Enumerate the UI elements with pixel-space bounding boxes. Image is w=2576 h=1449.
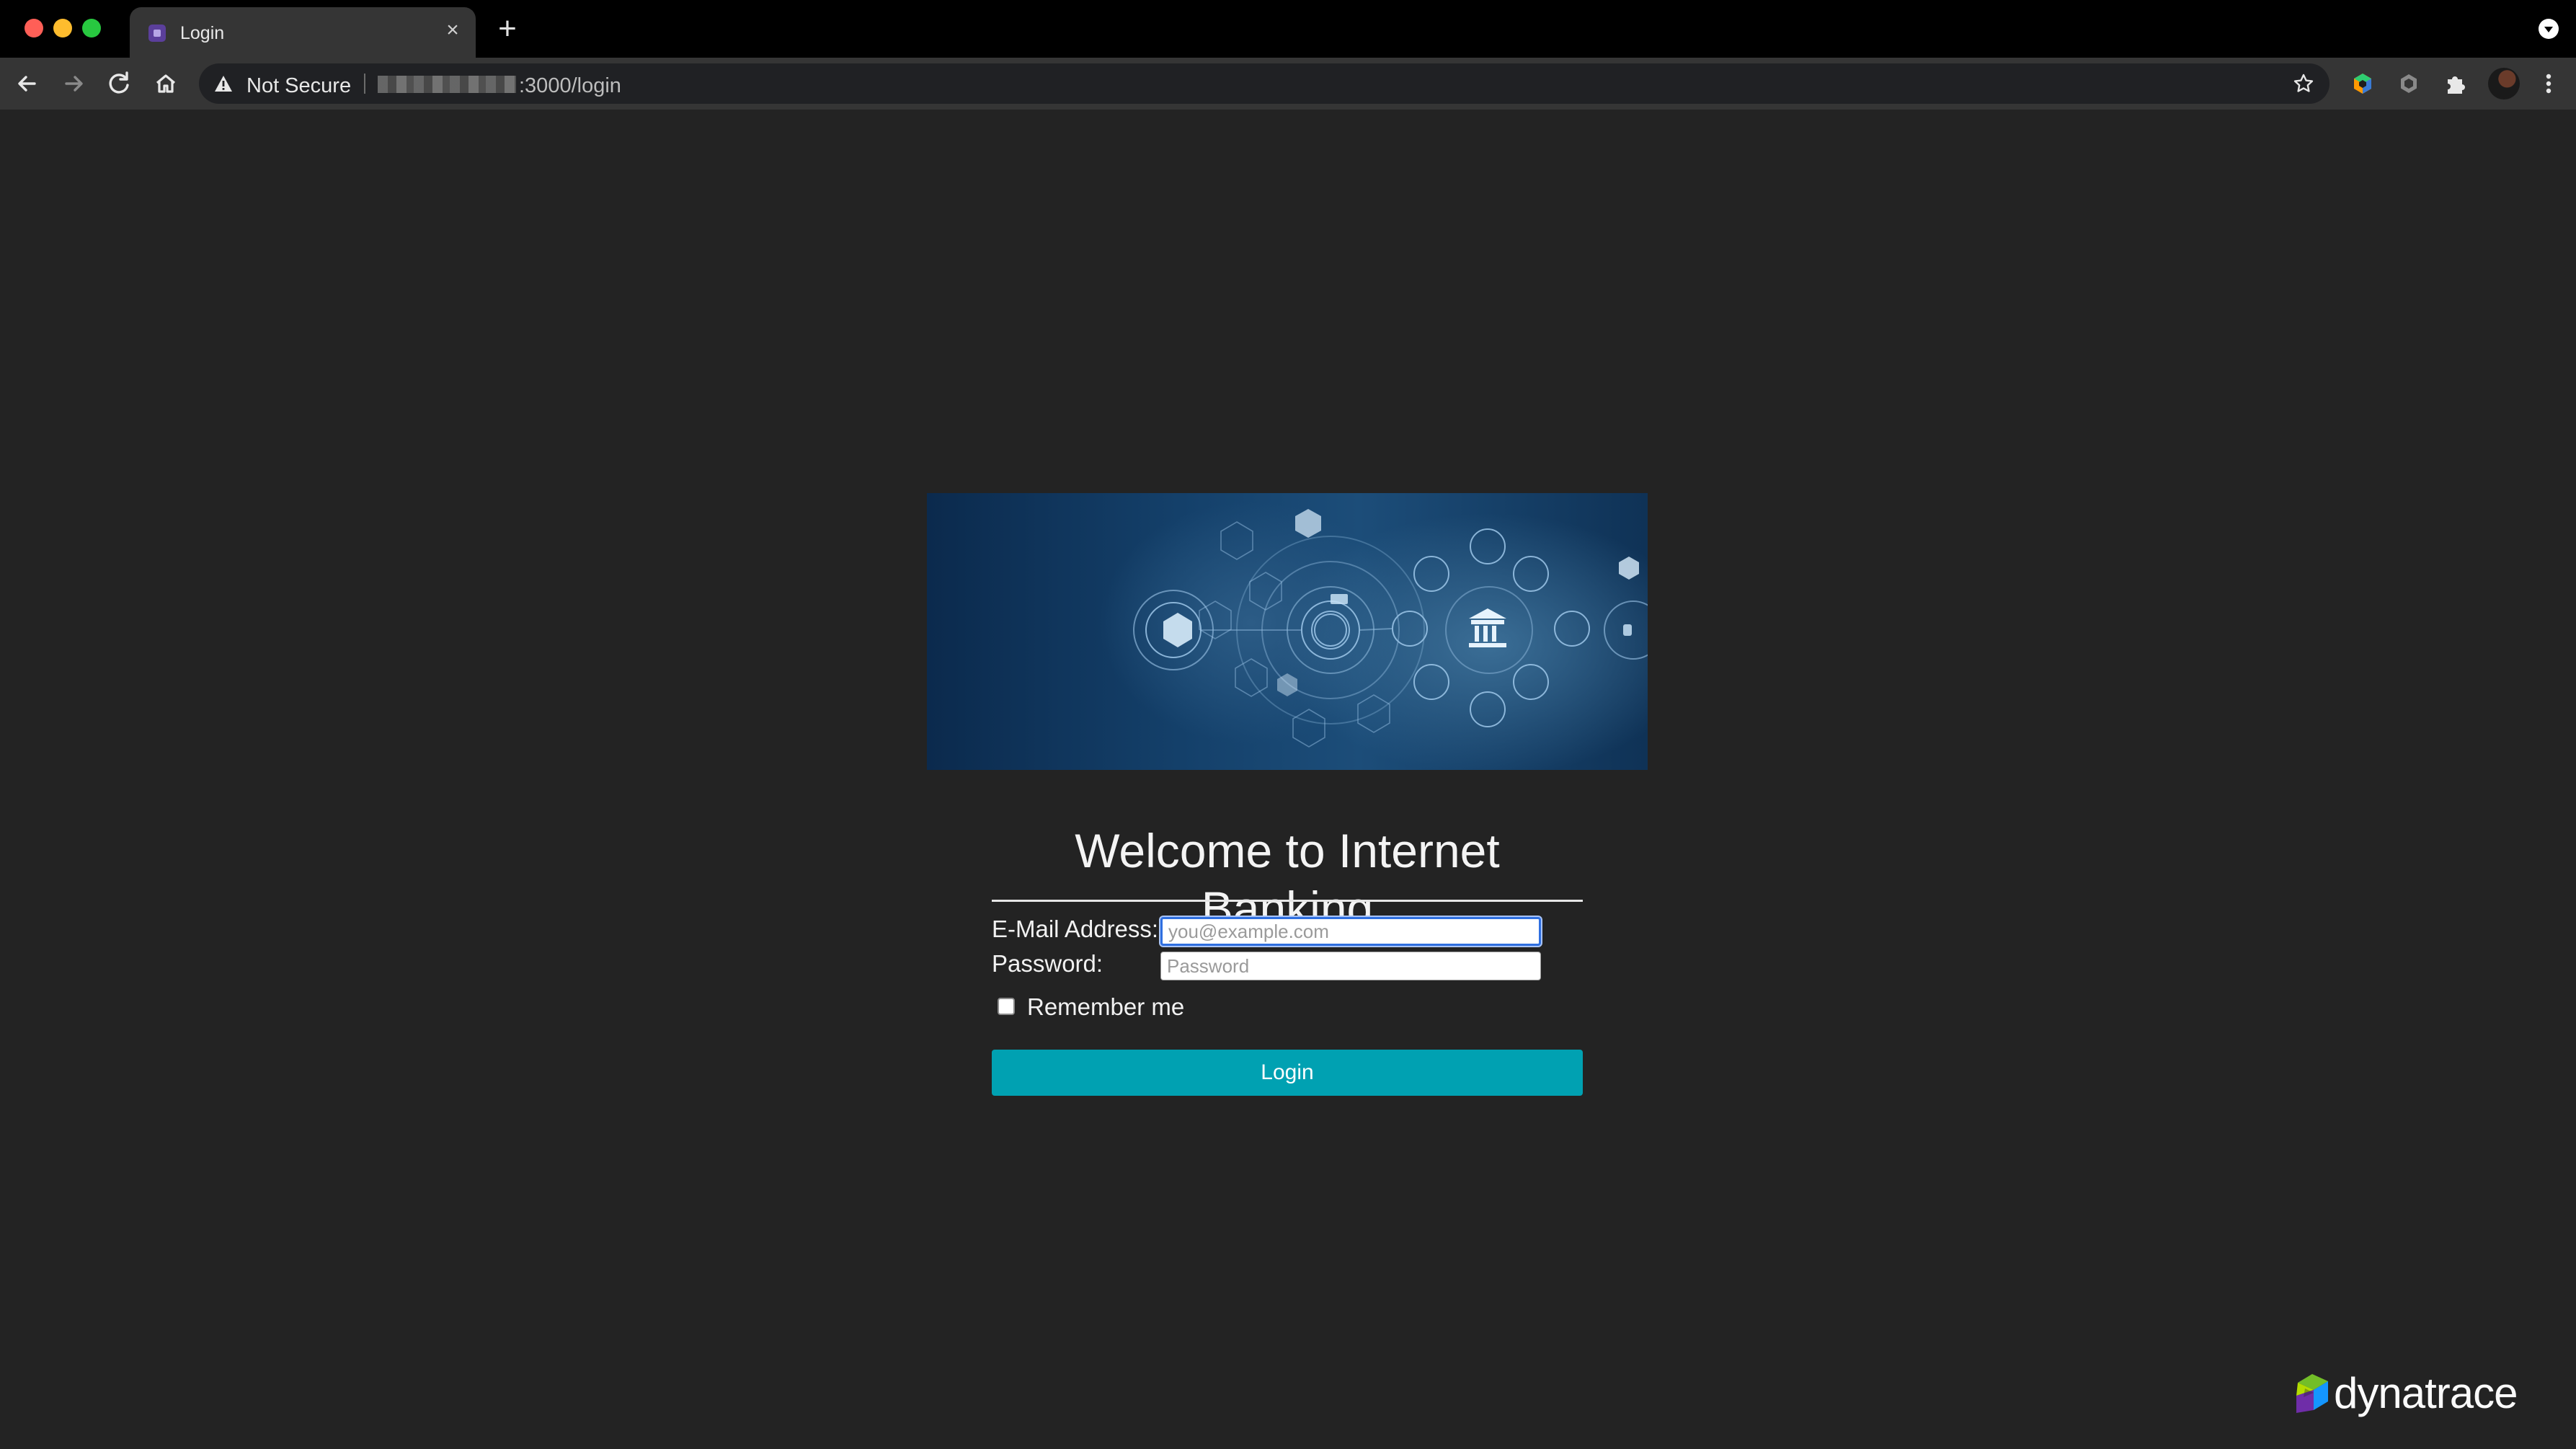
fintech-network-graphic: [1133, 509, 1648, 748]
banking-hero-image: [927, 493, 1648, 770]
forward-icon: [65, 76, 83, 92]
remember-me-label[interactable]: Remember me: [1027, 993, 1184, 1021]
remember-me-checkbox[interactable]: [998, 998, 1015, 1015]
window-zoom-button[interactable]: [82, 19, 101, 37]
browser-tab-login[interactable]: Login ×: [130, 7, 476, 58]
security-status[interactable]: Not Secure: [247, 74, 351, 98]
url-text[interactable]: :3000/login: [519, 74, 621, 98]
dynatrace-wordmark: dynatrace: [2334, 1369, 2518, 1417]
home-icon: [156, 74, 176, 93]
email-label: E-Mail Address:: [992, 916, 1159, 942]
dynatrace-mark-icon: [2296, 1374, 2328, 1413]
password-label: Password:: [992, 950, 1103, 977]
bookmark-star-icon[interactable]: [2292, 72, 2315, 95]
email-field[interactable]: [1160, 917, 1541, 946]
tab-search-button[interactable]: [2539, 19, 2559, 39]
warning-icon: [215, 76, 232, 92]
password-field[interactable]: [1160, 952, 1541, 980]
address-separator: [364, 74, 365, 94]
extension-icon[interactable]: [2345, 66, 2380, 101]
tab-favicon-icon: [148, 25, 166, 42]
back-icon: [18, 76, 36, 92]
profile-avatar[interactable]: [2488, 68, 2520, 99]
browser-toolbar: Not Secure :3000/login: [0, 58, 2576, 110]
forward-button[interactable]: [56, 66, 91, 101]
extension-icon[interactable]: [2391, 66, 2426, 101]
window-minimize-button[interactable]: [53, 19, 72, 37]
back-button[interactable]: [10, 66, 45, 101]
login-button[interactable]: Login: [992, 1050, 1583, 1096]
window-close-button[interactable]: [25, 19, 43, 37]
puzzle-icon[interactable]: [2438, 66, 2472, 101]
dynatrace-logo: dynatrace: [2291, 1370, 2518, 1417]
redacted-host: [378, 76, 516, 93]
tab-title: Login: [180, 23, 225, 43]
address-bar[interactable]: Not Secure :3000/login: [199, 63, 2329, 104]
new-tab-button[interactable]: +: [493, 13, 522, 45]
menu-icon[interactable]: [2534, 66, 2563, 101]
home-button[interactable]: [148, 66, 183, 101]
browser-tab-strip: Login × +: [0, 0, 2576, 58]
title-divider: [992, 900, 1583, 902]
reload-button[interactable]: [102, 66, 137, 101]
tab-close-icon[interactable]: ×: [440, 17, 466, 43]
reload-icon: [109, 71, 129, 94]
